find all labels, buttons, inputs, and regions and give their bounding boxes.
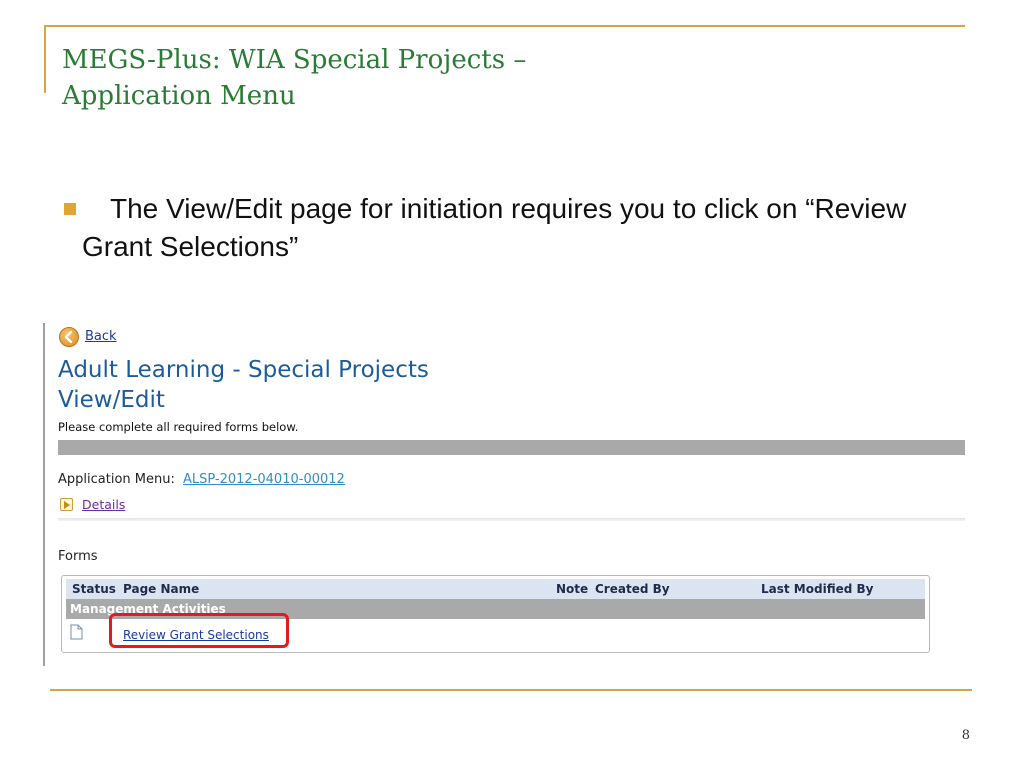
document-icon — [70, 624, 83, 644]
slide-title: MEGS-Plus: WIA Special Projects – Applic… — [62, 42, 762, 114]
instructions-text: Please complete all required forms below… — [58, 420, 299, 434]
column-header-note: Note — [556, 582, 589, 596]
back-link[interactable]: Back — [85, 329, 117, 344]
frame-left-rule — [44, 25, 46, 93]
section-separator — [58, 518, 965, 521]
screenshot-left-edge — [43, 323, 45, 666]
bullet-text: The View/Edit page for initiation requir… — [82, 193, 907, 262]
application-id-link[interactable]: ALSP-2012-04010-00012 — [183, 472, 345, 487]
column-header-last-modified-by: Last Modified By — [761, 582, 874, 596]
details-link[interactable]: Details — [82, 497, 125, 512]
highlight-box — [109, 613, 289, 648]
expand-arrow-icon[interactable] — [60, 498, 73, 511]
bullet-square-icon — [64, 203, 76, 215]
forms-label: Forms — [58, 549, 98, 564]
embedded-screenshot: Back Adult Learning - Special Projects V… — [43, 323, 965, 666]
table-header-row: Status Page Name Note Created By Last Mo… — [66, 579, 925, 599]
column-header-page-name: Page Name — [123, 582, 200, 596]
column-header-status: Status — [72, 582, 116, 596]
application-menu-line: Application Menu: ALSP-2012-04010-00012 — [58, 472, 345, 487]
page-title-line2: View/Edit — [58, 387, 165, 413]
page-title-line1: Adult Learning - Special Projects — [58, 357, 429, 383]
frame-top-rule — [44, 25, 965, 27]
page-title: Adult Learning - Special Projects View/E… — [58, 355, 758, 415]
back-arrow-circle-icon[interactable] — [59, 327, 79, 347]
column-header-created-by: Created By — [595, 582, 670, 596]
slide-title-line2: Application Menu — [62, 81, 296, 111]
slide-number: 8 — [961, 728, 970, 743]
slide-title-line1: MEGS-Plus: WIA Special Projects – — [62, 45, 527, 75]
header-gray-bar — [58, 440, 965, 455]
application-menu-label: Application Menu: — [58, 472, 175, 487]
frame-bottom-rule — [50, 689, 972, 691]
